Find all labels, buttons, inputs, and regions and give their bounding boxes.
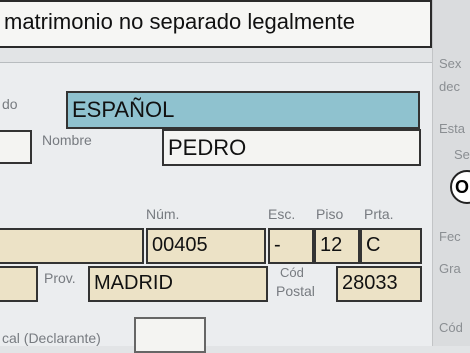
province-field[interactable]: MADRID <box>88 266 268 302</box>
side-label-fec: Fec <box>439 229 461 244</box>
name-field[interactable]: PEDRO <box>162 129 421 166</box>
nationality-label: do <box>2 96 18 112</box>
side-label-cod: Cód <box>439 320 463 335</box>
piso-header: Piso <box>316 206 344 222</box>
num-header: Núm. <box>146 206 180 222</box>
num-field[interactable]: 00405 <box>146 228 266 264</box>
prta-header: Prta. <box>364 206 394 222</box>
left-cut-field[interactable] <box>0 130 32 164</box>
postal-field[interactable]: 28033 <box>336 266 422 302</box>
prta-field[interactable]: C <box>360 228 422 264</box>
province-label: Prov. <box>44 270 76 286</box>
declarant-label: cal (Declarante) <box>2 330 101 346</box>
municipality-field[interactable] <box>0 266 38 302</box>
side-label-esta: Esta <box>439 121 466 136</box>
declarant-field[interactable] <box>134 317 206 353</box>
side-label-se: Se <box>454 147 470 162</box>
header-title: matrimonio no separado legalmente <box>4 9 355 34</box>
side-label-sex: Sex <box>439 56 462 71</box>
side-label-gra: Gra <box>439 261 461 276</box>
postal-label-line1: Cód <box>280 265 304 280</box>
esc-header: Esc. <box>268 206 296 222</box>
piso-field[interactable]: 12 <box>314 228 360 264</box>
name-label: Nombre <box>42 132 92 148</box>
esc-field[interactable]: - <box>268 228 314 264</box>
nationality-field[interactable]: ESPAÑOL <box>66 91 420 129</box>
street-field[interactable] <box>0 228 144 264</box>
side-label-dec: dec <box>439 79 460 94</box>
postal-label-line2: Postal <box>276 283 315 299</box>
